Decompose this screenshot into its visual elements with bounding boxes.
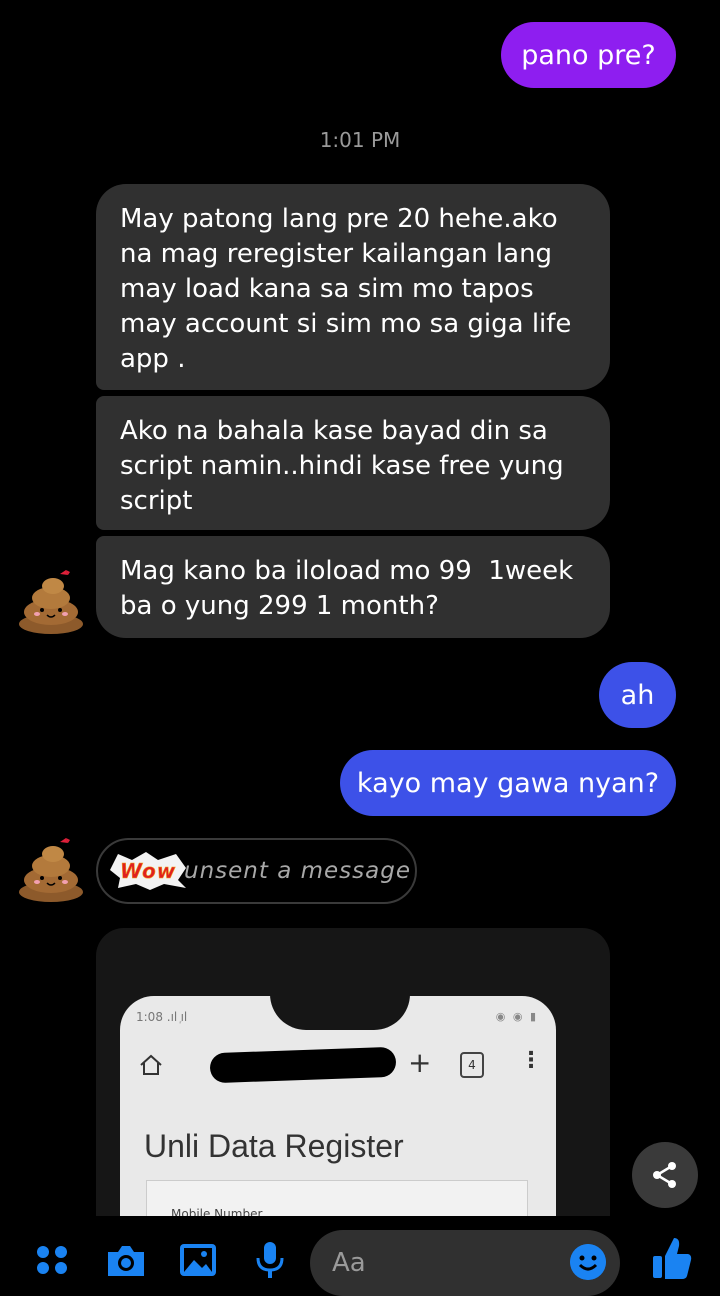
tab-count-icon: 4 (460, 1052, 484, 1078)
outgoing-message[interactable]: pano pre? (501, 22, 676, 88)
status-time: 1:08 .ıl ᷊ıl (136, 1010, 188, 1024)
incoming-message[interactable]: Mag kano ba iloload mo 99 1week ba o yun… (96, 536, 610, 638)
home-icon (140, 1054, 162, 1075)
field-label: Mobile Number (171, 1207, 263, 1216)
contact-avatar[interactable] (16, 566, 86, 636)
image-attachment[interactable]: 1:08 .ıl ᷊ıl ◉ ◉ ▮ + 4 ⋮ Unli Data Regis… (96, 928, 610, 1216)
photo-page-title: Unli Data Register (144, 1128, 404, 1164)
wow-sticker-icon: Wow (110, 852, 186, 890)
message-timestamp: 1:01 PM (319, 128, 401, 152)
menu-dots-icon[interactable] (30, 1240, 74, 1280)
share-button[interactable] (632, 1142, 698, 1208)
message-input[interactable]: Aa (310, 1230, 620, 1296)
share-icon (653, 1162, 676, 1188)
image-icon[interactable] (176, 1240, 220, 1280)
mobile-number-field: Mobile Number (146, 1180, 528, 1216)
phone-screenshot: 1:08 .ıl ᷊ıl ◉ ◉ ▮ + 4 ⋮ Unli Data Regis… (120, 994, 556, 1216)
unsent-text: unsent a message (184, 858, 411, 884)
message-placeholder: Aa (332, 1248, 366, 1278)
emoji-icon[interactable] (570, 1244, 606, 1280)
browser-bar: + 4 ⋮ (130, 1044, 550, 1088)
more-icon: ⋮ (520, 1048, 542, 1073)
phone-notch (270, 994, 410, 1030)
camera-icon[interactable] (104, 1240, 148, 1280)
composer-bar: Aa (0, 1216, 720, 1296)
new-tab-icon: + (408, 1046, 432, 1079)
outgoing-message[interactable]: ah (599, 662, 676, 728)
outgoing-message[interactable]: kayo may gawa nyan? (340, 750, 676, 816)
svg-text:Wow: Wow (120, 859, 176, 883)
status-icons: ◉ ◉ ▮ (495, 1010, 538, 1023)
redacted-url (209, 1046, 397, 1084)
contact-avatar[interactable] (16, 834, 86, 904)
unsent-message-notice: Wow unsent a message (96, 838, 417, 904)
incoming-message[interactable]: May patong lang pre 20 hehe.ako na mag r… (96, 184, 610, 390)
mic-icon[interactable] (248, 1240, 292, 1280)
thumbs-up-icon[interactable] (650, 1234, 694, 1282)
incoming-message[interactable]: Ako na bahala kase bayad din sa script n… (96, 396, 610, 530)
